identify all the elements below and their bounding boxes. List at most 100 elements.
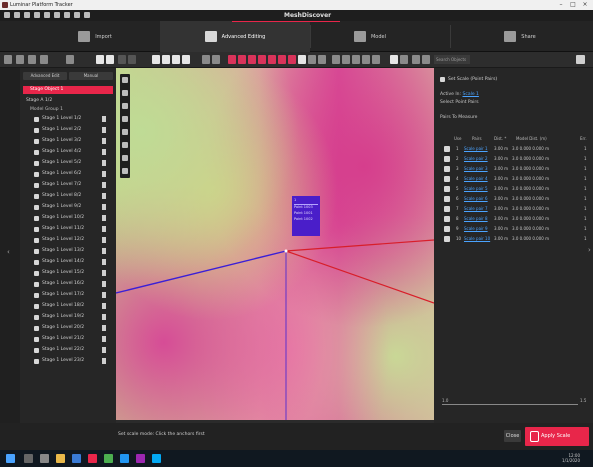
- table-row[interactable]: 2 Scale pair 2 3.00 m 3.0 0.000 0.000 m 1: [444, 155, 589, 163]
- use-checkbox[interactable]: [444, 196, 450, 202]
- view-side-icon[interactable]: [106, 55, 114, 64]
- use-checkbox[interactable]: [444, 226, 450, 232]
- pair-name-link[interactable]: Scale pair 8: [464, 216, 488, 221]
- view-persp-icon[interactable]: [128, 55, 136, 64]
- media-icon[interactable]: [136, 454, 145, 463]
- maximize-button[interactable]: □: [567, 0, 579, 10]
- split-icon[interactable]: [182, 55, 190, 64]
- tree-item[interactable]: Stage 1 Level 11/2: [34, 225, 114, 233]
- tree-item[interactable]: Stage 1 Level 16/2: [34, 280, 114, 288]
- store-icon[interactable]: [120, 454, 129, 463]
- tree-item-checkbox[interactable]: [34, 216, 39, 221]
- table-row[interactable]: 8 Scale pair 8 3.00 m 3.0 0.000 0.000 m 1: [444, 215, 589, 223]
- pair-name-link[interactable]: Scale pair 2: [464, 156, 488, 161]
- table-row[interactable]: 6 Scale pair 6 3.00 m 3.0 0.000 0.000 m 1: [444, 195, 589, 203]
- help-icon[interactable]: [84, 12, 90, 18]
- tab-advanced-edit[interactable]: Advanced Edit: [23, 72, 67, 80]
- use-checkbox[interactable]: [444, 176, 450, 182]
- tree-item-checkbox[interactable]: [34, 304, 39, 309]
- tree-item-checkbox[interactable]: [34, 161, 39, 166]
- pan-icon[interactable]: [122, 90, 128, 96]
- tree-item[interactable]: Stage 1 Level 17/2: [34, 291, 114, 299]
- table-row[interactable]: 5 Scale pair 5 3.00 m 3.0 0.000 0.000 m 1: [444, 185, 589, 193]
- angle-icon[interactable]: [212, 55, 220, 64]
- close-window-button[interactable]: ×: [579, 0, 591, 10]
- measure-tool-icon[interactable]: [122, 129, 128, 135]
- tree-item[interactable]: Stage 1 Level 8/2: [34, 192, 114, 200]
- pair-name-link[interactable]: Scale pair 4: [464, 176, 488, 181]
- tree-item-checkbox[interactable]: [34, 293, 39, 298]
- use-checkbox[interactable]: [444, 206, 450, 212]
- mode-tab-share[interactable]: Share: [460, 21, 580, 52]
- visibility-icon[interactable]: [102, 127, 106, 133]
- chrome-icon[interactable]: [104, 454, 113, 463]
- tree-item[interactable]: Stage 1 Level 13/2: [34, 247, 114, 255]
- visibility-icon[interactable]: [102, 281, 106, 287]
- apply-scale-button[interactable]: Apply Scale: [525, 427, 589, 446]
- scale-enable-checkbox[interactable]: [440, 77, 445, 82]
- orbit-icon[interactable]: [122, 77, 128, 83]
- threshold-slider[interactable]: [442, 404, 578, 405]
- tree-item[interactable]: Stage 1 Level 10/2: [34, 214, 114, 222]
- tree-item-checkbox[interactable]: [34, 348, 39, 353]
- select-tool-icon[interactable]: [4, 55, 12, 64]
- redo-icon[interactable]: [54, 12, 60, 18]
- visibility-icon[interactable]: [102, 138, 106, 144]
- pen-icon[interactable]: [278, 55, 286, 64]
- camera-icon[interactable]: [332, 55, 340, 64]
- tree-item-checkbox[interactable]: [34, 194, 39, 199]
- tree-item[interactable]: Stage 1 Level 21/2: [34, 335, 114, 343]
- tree-subgroup[interactable]: Model Group 1: [30, 106, 63, 113]
- texture-icon[interactable]: [318, 55, 326, 64]
- visibility-icon[interactable]: [102, 325, 106, 331]
- visibility-icon[interactable]: [102, 171, 106, 177]
- zoom-icon[interactable]: [122, 103, 128, 109]
- mode-tab-model[interactable]: Model: [310, 21, 430, 52]
- tree-item-checkbox[interactable]: [34, 150, 39, 155]
- pair-name-link[interactable]: Scale pair 3: [464, 166, 488, 171]
- export-icon[interactable]: [64, 12, 70, 18]
- tree-item[interactable]: Stage 1 Level 6/2: [34, 170, 114, 178]
- use-checkbox[interactable]: [444, 186, 450, 192]
- grid-icon[interactable]: [152, 55, 160, 64]
- tree-item[interactable]: Stage 1 Level 15/2: [34, 269, 114, 277]
- cylinder-icon[interactable]: [268, 55, 276, 64]
- annotate-icon[interactable]: [122, 142, 128, 148]
- open-icon[interactable]: [24, 12, 30, 18]
- tree-item[interactable]: Stage 1 Level 9/2: [34, 203, 114, 211]
- brush-icon[interactable]: [288, 55, 296, 64]
- tree-item-checkbox[interactable]: [34, 238, 39, 243]
- tree-item[interactable]: Stage 1 Level 2/2: [34, 126, 114, 134]
- pair-name-link[interactable]: Scale pair 9: [464, 226, 488, 231]
- visibility-icon[interactable]: [102, 347, 106, 353]
- visibility-icon[interactable]: [102, 204, 106, 210]
- pair-name-link[interactable]: Scale pair 6: [464, 196, 488, 201]
- tree-item-checkbox[interactable]: [34, 139, 39, 144]
- tree-item-checkbox[interactable]: [34, 271, 39, 276]
- visibility-icon[interactable]: [102, 116, 106, 122]
- flag-icon[interactable]: [122, 155, 128, 161]
- tree-item[interactable]: Stage 1 Level 20/2: [34, 324, 114, 332]
- tree-item[interactable]: Stage 1 Level 18/2: [34, 302, 114, 310]
- new-icon[interactable]: [14, 12, 20, 18]
- collapse-left-icon[interactable]: ‹: [7, 248, 10, 256]
- explorer-icon[interactable]: [56, 454, 65, 463]
- mirror-icon[interactable]: [400, 55, 408, 64]
- visibility-icon[interactable]: [102, 358, 106, 364]
- use-checkbox[interactable]: [444, 146, 450, 152]
- panel-settings-icon[interactable]: [576, 55, 585, 64]
- tree-item-checkbox[interactable]: [34, 205, 39, 210]
- search-icon[interactable]: [422, 55, 430, 64]
- tree-item[interactable]: Stage 1 Level 14/2: [34, 258, 114, 266]
- search-input[interactable]: Search Objects: [434, 55, 470, 64]
- align-icon[interactable]: [352, 55, 360, 64]
- undo-icon[interactable]: [44, 12, 50, 18]
- visibility-icon[interactable]: [102, 336, 106, 342]
- layout-icon[interactable]: [172, 55, 180, 64]
- edge-icon[interactable]: [72, 454, 81, 463]
- table-row[interactable]: 4 Scale pair 4 3.00 m 3.0 0.000 0.000 m 1: [444, 175, 589, 183]
- visibility-icon[interactable]: [102, 226, 106, 232]
- 3d-viewport[interactable]: 1 Point 1003 Point 1001 Point 1002: [116, 68, 434, 420]
- fit-icon[interactable]: [122, 116, 128, 122]
- table-row[interactable]: 7 Scale pair 7 3.00 m 3.0 0.000 0.000 m 1: [444, 205, 589, 213]
